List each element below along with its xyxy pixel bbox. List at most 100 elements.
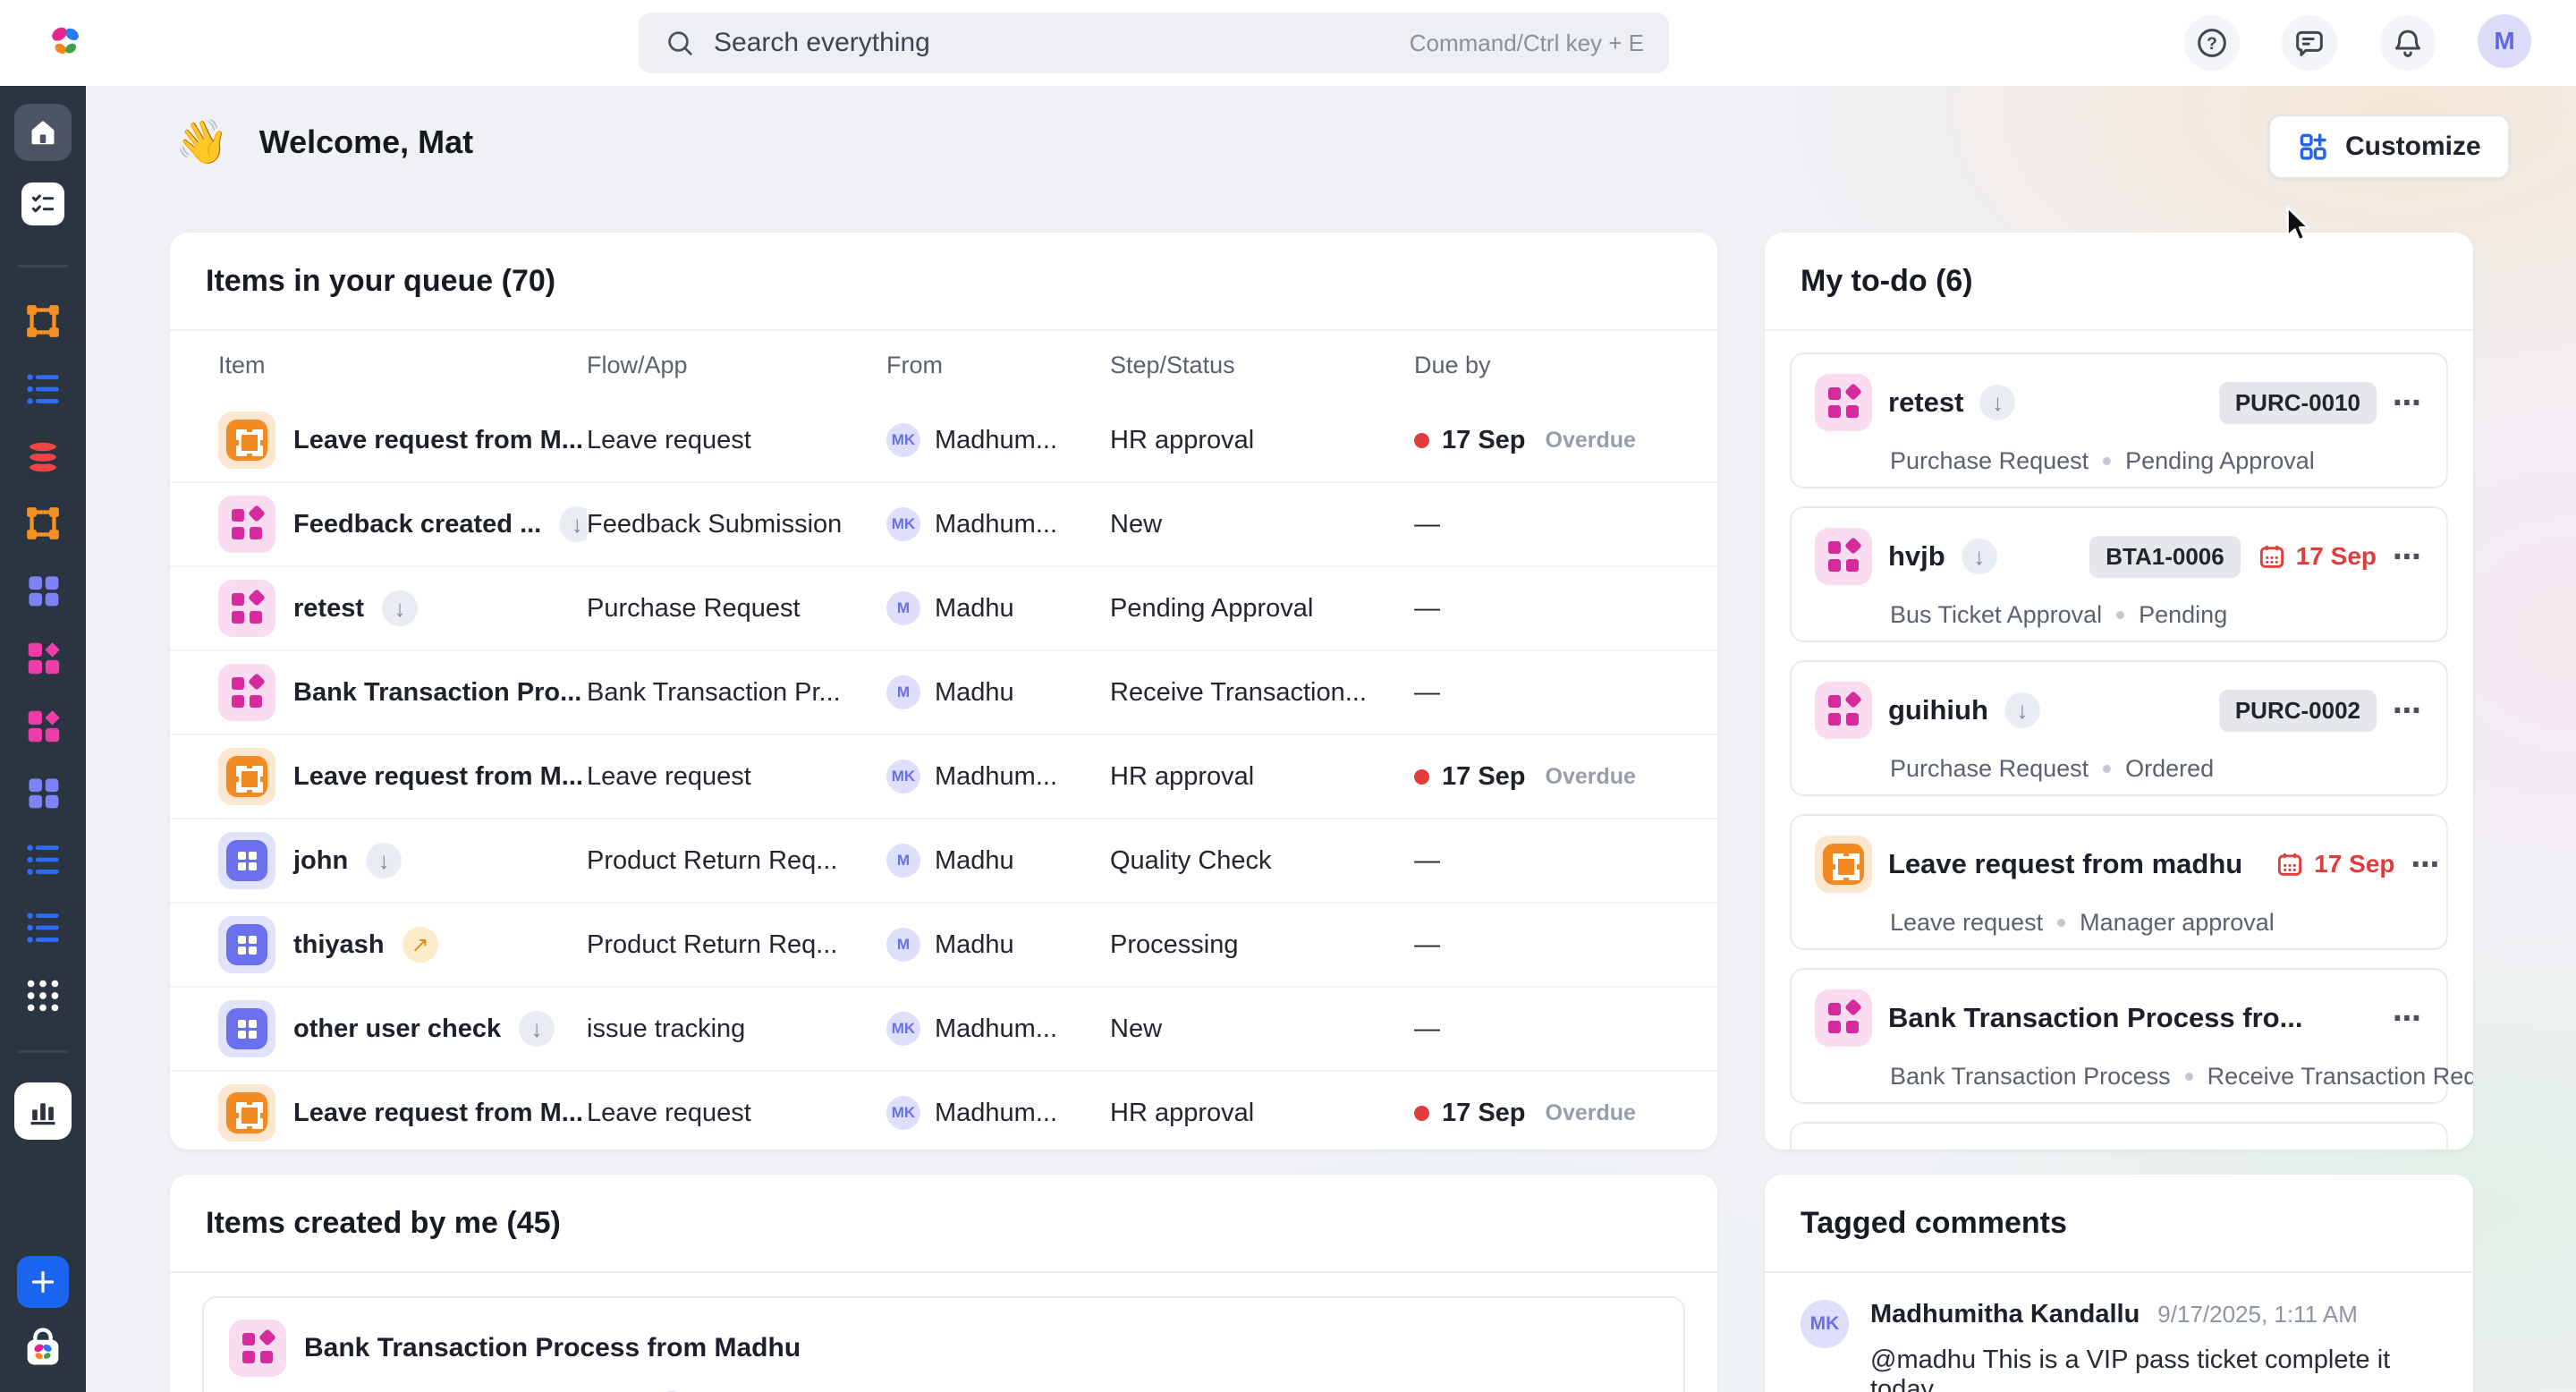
move-down-icon[interactable]: ↓ [2004, 692, 2040, 728]
todo-item[interactable]: Leave request from madhu 17 Sep ⋯ Leave … [1790, 814, 2448, 950]
todo-item-partial[interactable] [1790, 1122, 2448, 1150]
due-empty: — [1414, 510, 1440, 539]
plus-icon [27, 1266, 59, 1298]
table-row[interactable]: Bank Transaction Pro... Bank Transaction… [170, 651, 1717, 735]
item-link[interactable]: other user check [293, 1014, 501, 1044]
due-date: 17 Sep [1442, 1099, 1526, 1128]
table-row[interactable]: thiyash↗ Product Return Req... MMadhu Pr… [170, 904, 1717, 988]
marketplace-bag-icon [20, 1324, 66, 1371]
todo-item[interactable]: retest ↓ PURC-0010 ⋯ Purchase RequestPen… [1790, 352, 2448, 488]
home-icon [27, 116, 59, 149]
item-link[interactable]: Feedback created ... [293, 510, 541, 539]
todo-item-name[interactable]: guihiuh [1888, 694, 1988, 726]
app-item-icon [1815, 528, 1872, 585]
comment-author: Madhumitha Kandallu [1870, 1300, 2140, 1329]
flow-cell: Leave request [587, 762, 886, 792]
table-row[interactable]: retest↓ Purchase Request MMadhu Pending … [170, 567, 1717, 651]
more-options-icon[interactable]: ⋯ [2393, 394, 2423, 412]
sidebar-item-app-2[interactable] [22, 705, 64, 746]
create-new-button[interactable] [17, 1256, 69, 1308]
sidebar-item-dataset[interactable] [22, 437, 64, 478]
table-row[interactable]: Leave request from M... Leave request MK… [170, 399, 1717, 483]
dot-separator [2103, 765, 2111, 773]
sidebar-item-list-3[interactable] [22, 907, 64, 948]
more-options-icon[interactable]: ⋯ [2393, 547, 2423, 565]
comment-timestamp: 9/17/2025, 1:11 AM [2157, 1301, 2358, 1328]
sidebar-item-process-1[interactable] [22, 301, 64, 342]
more-options-icon[interactable]: ⋯ [2393, 1009, 2423, 1027]
table-row[interactable]: john↓ Product Return Req... MMadhu Quali… [170, 819, 1717, 904]
app-item-icon [1815, 989, 1872, 1047]
item-link[interactable]: thiyash [293, 930, 385, 960]
move-down-icon[interactable]: ↓ [382, 590, 418, 626]
todo-item-name[interactable]: Leave request from madhu [1888, 848, 2242, 880]
item-link[interactable]: Leave request from M... [293, 426, 583, 455]
sidebar-item-app-1[interactable] [22, 637, 64, 678]
avatar: MK [886, 423, 920, 457]
app-item-icon [1815, 682, 1872, 739]
item-link[interactable]: retest [293, 594, 364, 624]
todo-item-name[interactable]: Bank Transaction Process fro... [1888, 1002, 2302, 1034]
app-icon [22, 705, 64, 746]
queue-title: Items in your queue (70) [170, 233, 1717, 331]
todo-item[interactable]: hvjb ↓ BTA1-0006 17 Sep ⋯ Bus Ticket App… [1790, 506, 2448, 642]
sidebar-item-all-apps[interactable] [22, 975, 64, 1016]
move-down-icon[interactable]: ↓ [1979, 385, 2015, 420]
todo-item-name[interactable]: retest [1888, 386, 1963, 419]
sidebar-item-list-2[interactable] [22, 839, 64, 880]
user-avatar[interactable]: M [2478, 14, 2531, 68]
chat-button[interactable] [2282, 15, 2337, 71]
todo-status: Pending Approval [2125, 447, 2315, 475]
kissflow-logo-icon[interactable] [45, 21, 86, 63]
status-cell: Processing [1110, 930, 1414, 960]
sidebar-item-process-2[interactable] [22, 503, 64, 544]
todo-flow: Purchase Request [1890, 755, 2089, 783]
top-bar: Search everything Command/Ctrl key + E ?… [0, 0, 2576, 86]
created-item-name[interactable]: Bank Transaction Process from Madhu [304, 1333, 801, 1363]
move-down-icon[interactable]: ↓ [519, 1011, 555, 1047]
notifications-button[interactable] [2380, 15, 2436, 71]
item-link[interactable]: Leave request from M... [293, 1099, 583, 1128]
item-link[interactable]: Bank Transaction Pro... [293, 678, 581, 708]
sidebar-item-list-1[interactable] [22, 369, 64, 410]
help-button[interactable]: ? [2184, 15, 2240, 71]
page-title: Welcome, Mat [259, 123, 473, 161]
move-down-icon[interactable]: ↓ [559, 506, 587, 542]
move-down-icon[interactable]: ↓ [366, 843, 402, 878]
more-options-icon[interactable]: ⋯ [2411, 855, 2442, 873]
table-row[interactable]: Feedback created ...↓ Feedback Submissio… [170, 483, 1717, 567]
sidebar-item-my-items[interactable] [21, 182, 64, 225]
mouse-cursor [2279, 204, 2320, 245]
customize-button[interactable]: Customize [2268, 115, 2510, 179]
sidebar-item-home[interactable] [14, 104, 72, 161]
process-flow-icon [22, 301, 64, 342]
from-cell: Madhu [935, 678, 1014, 708]
todo-item[interactable]: guihiuh ↓ PURC-0002 ⋯ Purchase RequestOr… [1790, 660, 2448, 796]
move-down-icon[interactable]: ↓ [1962, 539, 1997, 574]
list-icon [22, 839, 64, 880]
created-item[interactable]: Bank Transaction Process from Madhu Rece… [202, 1296, 1685, 1392]
avatar: M [886, 928, 920, 962]
item-link[interactable]: john [293, 846, 348, 876]
help-icon: ? [2194, 25, 2230, 61]
item-link[interactable]: Leave request from M... [293, 762, 583, 792]
overdue-dot-icon [1414, 1106, 1429, 1121]
avatar: MK [886, 760, 920, 794]
sidebar-item-board-2[interactable] [23, 773, 63, 812]
sidebar-item-board-1[interactable] [23, 571, 63, 610]
items-in-queue-card: Items in your queue (70) Item Flow/App F… [170, 233, 1717, 1150]
marketplace-button[interactable] [20, 1324, 66, 1371]
table-row[interactable]: other user check↓ issue tracking MKMadhu… [170, 988, 1717, 1072]
table-row[interactable]: Leave request from M... Leave request MK… [170, 1072, 1717, 1150]
more-options-icon[interactable]: ⋯ [2393, 701, 2423, 719]
todo-item[interactable]: Bank Transaction Process fro... ⋯ Bank T… [1790, 968, 2448, 1104]
sidebar-item-analytics[interactable] [14, 1082, 72, 1140]
global-search-input[interactable]: Search everything Command/Ctrl key + E [639, 13, 1669, 73]
shared-arrow-icon[interactable]: ↗ [402, 927, 438, 963]
comment-item[interactable]: MK Madhumitha Kandallu 9/17/2025, 1:11 A… [1765, 1273, 2473, 1392]
todo-item-name[interactable]: hvjb [1888, 540, 1945, 573]
dot-separator [2185, 1073, 2193, 1081]
table-row[interactable]: Leave request from M... Leave request MK… [170, 735, 1717, 819]
item-id-badge: PURC-0002 [2219, 690, 2377, 732]
todo-flow: Leave request [1890, 909, 2043, 937]
